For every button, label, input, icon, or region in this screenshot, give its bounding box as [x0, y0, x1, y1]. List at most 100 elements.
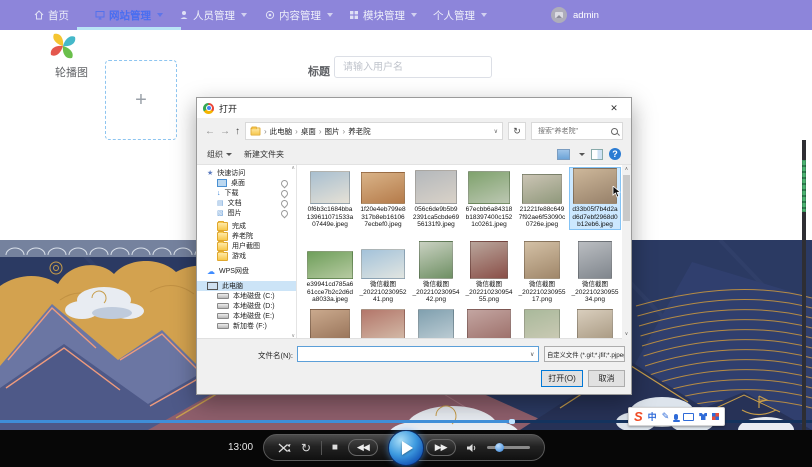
- chevron-down-icon[interactable]: ∨: [494, 128, 498, 135]
- breadcrumb-segment[interactable]: 桌面: [301, 126, 316, 137]
- repeat-icon[interactable]: ↻: [301, 442, 311, 454]
- sidebar-item-folder-wancheng[interactable]: 完成: [197, 220, 296, 231]
- ime-toolbar[interactable]: S 中 ✎: [628, 407, 726, 426]
- image-upload-box[interactable]: +: [105, 60, 177, 140]
- volume-knob[interactable]: [494, 443, 504, 452]
- scroll-up-icon[interactable]: ∧: [291, 165, 295, 171]
- search-input[interactable]: [536, 126, 609, 136]
- sidebar-item-disk-d[interactable]: 本地磁盘 (D:): [197, 301, 296, 311]
- scroll-up-icon[interactable]: ∧: [622, 165, 631, 174]
- sidebar-item-downloads[interactable]: ↓ 下载: [197, 188, 296, 198]
- skin-icon[interactable]: [699, 413, 708, 420]
- sidebar-item-folder-yanglaoyuan[interactable]: 养老院: [197, 230, 296, 241]
- toolbox-icon[interactable]: [712, 413, 720, 420]
- handwriting-icon[interactable]: ✎: [662, 411, 670, 422]
- fast-forward-button[interactable]: ▶▶: [425, 439, 456, 456]
- sidebar-item-disk-e[interactable]: 本地磁盘 (E:): [197, 311, 296, 321]
- file-item[interactable]: [570, 309, 620, 339]
- new-folder-button[interactable]: 新建文件夹: [244, 149, 284, 160]
- page-scrollbar-thumb[interactable]: [802, 160, 806, 212]
- chevron-down-icon[interactable]: ∨: [530, 351, 534, 358]
- play-button[interactable]: [387, 430, 424, 466]
- back-icon[interactable]: ←: [205, 126, 215, 137]
- file-item[interactable]: 微信截图 _202210230955 17.png: [517, 239, 567, 304]
- file-item[interactable]: 微信截图 _202210230954 55.png: [464, 239, 514, 304]
- file-item[interactable]: 056c6de9b5b9 2391ca5cbde69 56131f9.jpeg: [411, 168, 461, 229]
- sidebar-item-desktop[interactable]: 桌面: [197, 178, 296, 188]
- file-item[interactable]: d33b05f7b4d2a d6d7ebf2968d0 b12eb6.jpeg: [569, 167, 621, 230]
- file-item[interactable]: e39941cd785a6 61cce7b2c2d6d a8033a.jpeg: [305, 239, 355, 304]
- sogou-logo-icon[interactable]: S: [634, 410, 643, 423]
- shuffle-icon[interactable]: [278, 443, 291, 453]
- help-icon[interactable]: ?: [609, 148, 621, 160]
- seek-progress: [0, 420, 512, 423]
- file-item[interactable]: 67ecbb6a84318 b18397400c152 1c0261.jpeg: [464, 168, 514, 229]
- nav-item-site-mgmt[interactable]: 网站管理: [77, 0, 181, 30]
- keyboard-icon[interactable]: [683, 412, 695, 421]
- filelist-scrollbar-thumb[interactable]: [623, 175, 630, 221]
- breadcrumb-segment[interactable]: 养老院: [348, 126, 371, 137]
- file-thumbnail: [522, 174, 562, 204]
- file-item[interactable]: 0f6b3c1684bba 139611071533a 07449e.jpeg: [305, 168, 355, 229]
- page-scrollbar[interactable]: [802, 140, 806, 430]
- nav-item-personal-mgmt[interactable]: 个人管理: [433, 0, 487, 30]
- chinese-mode-icon[interactable]: 中: [648, 410, 657, 423]
- file-item[interactable]: [411, 309, 461, 339]
- sidebar-item-wps-cloud[interactable]: ☁ WPS网盘: [197, 266, 296, 276]
- file-item[interactable]: 21221fe88c649 7f92ae6f53090c 0726e.jpeg: [517, 168, 567, 229]
- up-icon[interactable]: ↑: [235, 126, 240, 137]
- sidebar-item-pictures[interactable]: ▧ 图片: [197, 208, 296, 218]
- filename-input[interactable]: [297, 346, 539, 362]
- sidebar-item-disk-c[interactable]: 本地磁盘 (C:): [197, 291, 296, 301]
- search-box[interactable]: [531, 122, 623, 140]
- sidebar-item-disk-f[interactable]: 新加卷 (F:): [197, 321, 296, 331]
- sidebar-item-documents[interactable]: ▤ 文档: [197, 198, 296, 208]
- nav-item-module-mgmt[interactable]: 模块管理: [349, 0, 417, 30]
- nav-item-label: 网站管理: [109, 9, 151, 22]
- file-item[interactable]: [517, 309, 567, 339]
- open-button[interactable]: 打开(O): [541, 370, 583, 387]
- nav-item-home[interactable]: 首页: [34, 0, 69, 30]
- close-icon[interactable]: ✕: [603, 103, 625, 114]
- view-mode-icon[interactable]: [557, 148, 570, 160]
- chevron-down-icon[interactable]: [579, 152, 585, 156]
- preview-pane-icon[interactable]: [591, 148, 603, 160]
- module-icon: [349, 10, 359, 20]
- title-input[interactable]: [334, 56, 492, 78]
- sidebar-item-folder-games[interactable]: 游戏: [197, 250, 296, 261]
- breadcrumb-segment[interactable]: 图片: [325, 126, 340, 137]
- file-item[interactable]: 微信截图 _202210230954 42.png: [411, 239, 461, 304]
- scroll-down-icon[interactable]: ∨: [622, 330, 631, 339]
- organize-button[interactable]: 组织: [207, 149, 232, 160]
- file-thumbnail: [573, 168, 617, 204]
- nav-user[interactable]: admin: [551, 7, 599, 23]
- nav-item-content-mgmt[interactable]: 内容管理: [265, 0, 333, 30]
- file-item[interactable]: [464, 309, 514, 339]
- breadcrumb[interactable]: › 此电脑 › 桌面 › 图片 › 养老院 ∨: [245, 122, 503, 140]
- file-name: 微信截图 _202210230954 42.png: [412, 281, 460, 303]
- nav-item-personnel-mgmt[interactable]: 人员管理: [179, 0, 247, 30]
- refresh-icon[interactable]: ↻: [508, 122, 526, 140]
- dialog-titlebar[interactable]: 打开 ✕: [197, 98, 631, 118]
- sidebar-item-this-pc[interactable]: 此电脑: [197, 281, 296, 291]
- breadcrumb-segment[interactable]: 此电脑: [270, 126, 293, 137]
- file-name: 微信截图 _202210230955 17.png: [518, 281, 566, 303]
- sidebar-item-quick-access[interactable]: ★ 快速访问: [197, 168, 296, 178]
- nav-item-label: 个人管理: [433, 9, 475, 22]
- file-item[interactable]: 微信截图 _202210230952 41.png: [358, 239, 408, 304]
- file-item[interactable]: 微信截图 _202210230955 34.png: [570, 239, 620, 304]
- forward-icon[interactable]: →: [220, 126, 230, 137]
- microphone-icon[interactable]: [672, 413, 680, 422]
- cancel-button[interactable]: 取消: [588, 370, 625, 387]
- file-item[interactable]: [358, 309, 408, 339]
- volume-icon[interactable]: [466, 443, 477, 453]
- rewind-button[interactable]: ◀◀: [347, 439, 378, 456]
- seek-knob[interactable]: [508, 419, 515, 424]
- file-item[interactable]: 1f20e4eb799e8 317b8eb16106 7ecbef0.jpeg: [358, 168, 408, 229]
- stop-icon[interactable]: ■: [332, 442, 338, 453]
- sidebar-item-folder-user-screenshots[interactable]: 用户截图: [197, 240, 296, 251]
- file-item[interactable]: [305, 309, 355, 339]
- filetype-select[interactable]: 自定义文件 (*.gif;*.jfif;*.pjpeg; ∨: [544, 346, 625, 362]
- filelist-scrollbar[interactable]: ∧ ∨: [622, 165, 631, 339]
- volume-slider[interactable]: [486, 443, 531, 452]
